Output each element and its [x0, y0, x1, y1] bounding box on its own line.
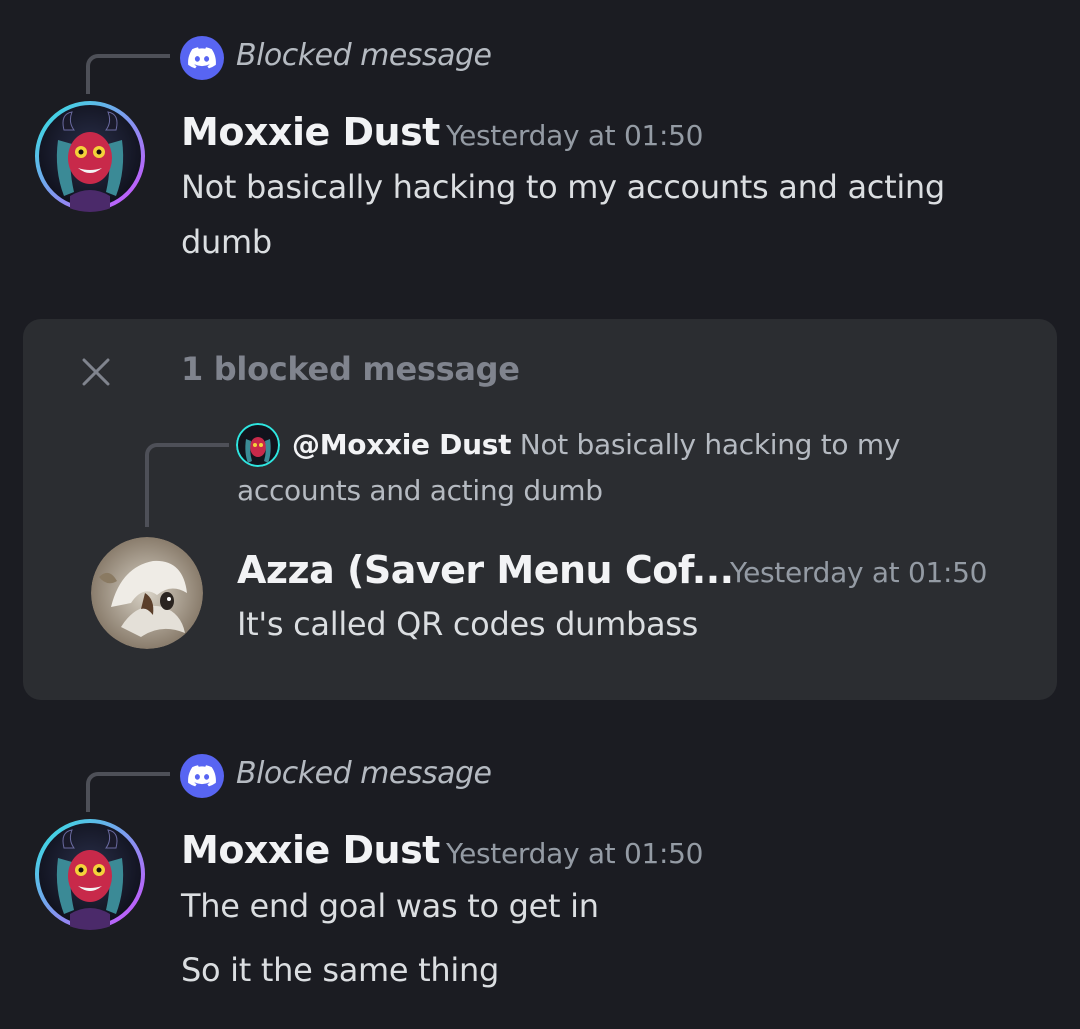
reply-connector [145, 443, 229, 527]
reply-preview-text: Not basically hacking to my [519, 428, 901, 461]
message-text-line: dumb [181, 223, 272, 261]
author-name[interactable]: Moxxie Dust [181, 110, 440, 154]
blocked-count-label[interactable]: 1 blocked message [181, 350, 520, 388]
discord-logo-icon [180, 754, 224, 798]
avatar[interactable] [34, 818, 146, 930]
avatar[interactable] [91, 537, 203, 649]
message-text-line: So it the same thing [181, 951, 499, 989]
author-name[interactable]: Azza (Saver Menu Cof... [237, 548, 734, 592]
blocked-reference-label[interactable]: Blocked message [236, 38, 492, 73]
message-timestamp: Yesterday at 01:50 [730, 556, 988, 589]
author-name[interactable]: Moxxie Dust [181, 828, 440, 872]
close-icon[interactable] [81, 357, 111, 387]
blocked-messages-panel: 1 blocked message @Moxxie Dust Not basic… [23, 319, 1057, 700]
discord-logo-icon [180, 36, 224, 80]
reply-connector [86, 772, 170, 812]
blocked-reference-label[interactable]: Blocked message [236, 756, 492, 791]
message-text-line: It's called QR codes dumbass [237, 605, 699, 643]
message-timestamp: Yesterday at 01:50 [446, 119, 704, 152]
message-timestamp: Yesterday at 01:50 [446, 837, 704, 870]
reply-preview-text: accounts and acting dumb [237, 474, 603, 507]
reply-connector [86, 54, 170, 94]
message-text-line: Not basically hacking to my accounts and… [181, 168, 945, 206]
user-mention[interactable]: @Moxxie Dust [292, 428, 511, 461]
avatar[interactable] [34, 100, 146, 212]
message-text-line: The end goal was to get in [181, 887, 599, 925]
reply-preview[interactable]: @Moxxie Dust Not basically hacking to my… [237, 422, 917, 514]
